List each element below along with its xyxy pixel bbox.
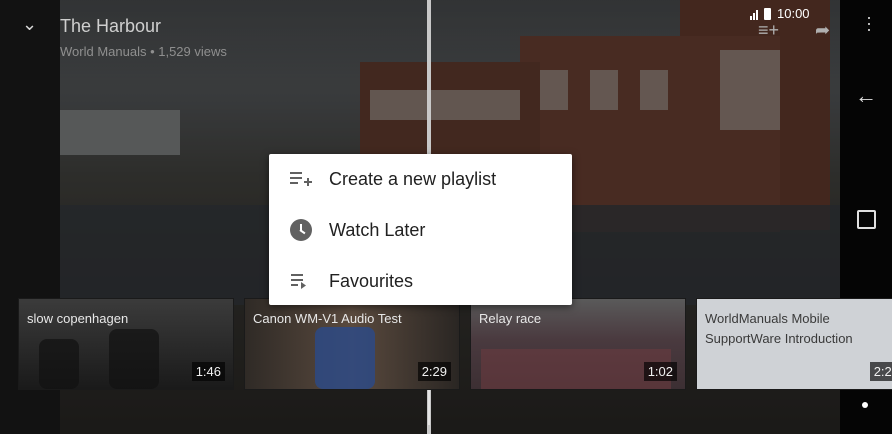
signal-icon (750, 8, 758, 20)
menu-item-create-playlist[interactable]: Create a new playlist (269, 154, 572, 204)
add-to-playlist-icon[interactable]: ≡+ (758, 20, 779, 41)
menu-item-label: Create a new playlist (329, 168, 497, 189)
status-time: 10:00 (777, 6, 810, 21)
playlist-play-icon (287, 273, 315, 289)
clock-icon (287, 219, 315, 241)
menu-item-watch-later[interactable]: Watch Later (269, 205, 572, 255)
home-icon[interactable] (852, 205, 880, 233)
status-bar: 10:00 (750, 6, 810, 21)
menu-item-favourites[interactable]: Favourites (269, 256, 572, 306)
player-top-actions: ≡+ ➦ (758, 20, 830, 41)
thumbnail-figure (39, 339, 79, 389)
related-video-duration: 1:02 (643, 362, 677, 381)
menu-item-label: Watch Later (329, 219, 426, 240)
related-video-title: WorldManuals Mobile SupportWare Introduc… (705, 311, 853, 346)
menu-item-label: Favourites (329, 270, 414, 291)
playlist-add-icon (287, 171, 315, 187)
video-title: The Harbour (60, 16, 162, 36)
add-to-playlist-menu: Create a new playlist Watch Later Favour… (269, 154, 572, 305)
battery-icon (764, 7, 771, 20)
related-videos-row: slow copenhagen 1:46 Canon WM-V1 Audio T… (18, 298, 892, 390)
related-video-card[interactable]: Relay race 1:02 (470, 298, 686, 390)
navigation-indicator-dot (862, 402, 868, 408)
related-video-duration: 1:46 (191, 362, 225, 381)
related-video-title: slow copenhagen (27, 311, 129, 326)
more-options-icon[interactable]: · · · (866, 8, 872, 38)
related-video-title: Relay race (479, 311, 542, 326)
video-subtitle: World Manuals • 1,529 views (60, 44, 227, 59)
related-video-card[interactable]: WorldManuals Mobile SupportWare Introduc… (696, 298, 892, 390)
back-icon[interactable]: ← (852, 82, 880, 110)
thumbnail-figure (109, 329, 159, 389)
related-video-duration: 2:27 (869, 362, 892, 381)
thumbnail-crowd (481, 349, 671, 389)
related-video-duration: 2:29 (417, 362, 451, 381)
related-video-card[interactable]: Canon WM-V1 Audio Test 2:29 (244, 298, 460, 390)
related-video-card[interactable]: slow copenhagen 1:46 (18, 298, 234, 390)
minimize-chevron-icon[interactable]: ⌄ (22, 14, 40, 34)
share-icon[interactable]: ➦ (815, 20, 830, 41)
thumbnail-figure (315, 327, 375, 389)
related-video-title: Canon WM-V1 Audio Test (253, 311, 402, 326)
